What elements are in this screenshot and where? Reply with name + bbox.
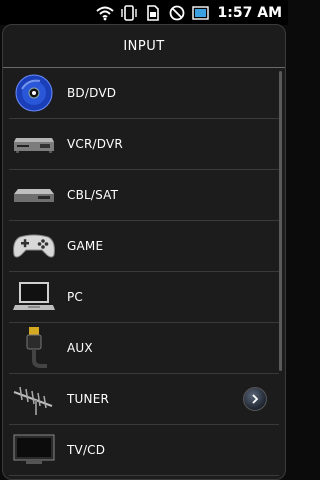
input-item-label: CBL/SAT: [67, 188, 119, 202]
no-sync-icon: [168, 5, 186, 21]
input-item-label: BD/DVD: [67, 86, 117, 100]
scrollbar[interactable]: [279, 71, 282, 371]
input-item-label: PC: [67, 290, 84, 304]
hdmi-cable-icon: [11, 326, 57, 370]
input-list: BD/DVD VCR/DVR CBL/SAT GAME PC AUX TUNER…: [3, 68, 285, 476]
input-item-cbl-sat[interactable]: CBL/SAT: [9, 170, 279, 221]
input-item-pc[interactable]: PC: [9, 272, 279, 323]
input-item-label: GAME: [67, 239, 104, 253]
chevron-right-icon[interactable]: [243, 387, 267, 411]
input-item-aux[interactable]: AUX: [9, 323, 279, 374]
input-item-tv-cd[interactable]: TV/CD: [9, 425, 279, 476]
input-item-vcr-dvr[interactable]: VCR/DVR: [9, 119, 279, 170]
status-time: 1:57 AM: [217, 4, 282, 21]
input-item-bd-dvd[interactable]: BD/DVD: [9, 68, 279, 119]
input-item-label: VCR/DVR: [67, 137, 123, 151]
input-item-tuner[interactable]: TUNER: [9, 374, 279, 425]
disc-icon: [11, 71, 57, 115]
settop-box-icon: [11, 173, 57, 217]
antenna-icon: [11, 377, 57, 421]
battery-icon: [191, 5, 210, 21]
sim-icon: [144, 4, 162, 21]
input-item-game[interactable]: GAME: [9, 221, 279, 272]
panel-title: INPUT: [3, 25, 285, 68]
input-panel: INPUT BD/DVD VCR/DVR CBL/SAT GAME PC AUX…: [2, 24, 286, 480]
input-item-label: AUX: [67, 341, 93, 355]
input-item-label: TV/CD: [67, 443, 106, 457]
vibrate-icon: [120, 4, 138, 21]
input-item-label: TUNER: [67, 392, 110, 406]
status-bar: 1:57 AM: [0, 0, 288, 25]
gamepad-icon: [11, 224, 57, 268]
tv-icon: [11, 428, 57, 472]
wifi-icon: [95, 5, 114, 21]
laptop-icon: [11, 275, 57, 319]
vcr-icon: [11, 122, 57, 166]
